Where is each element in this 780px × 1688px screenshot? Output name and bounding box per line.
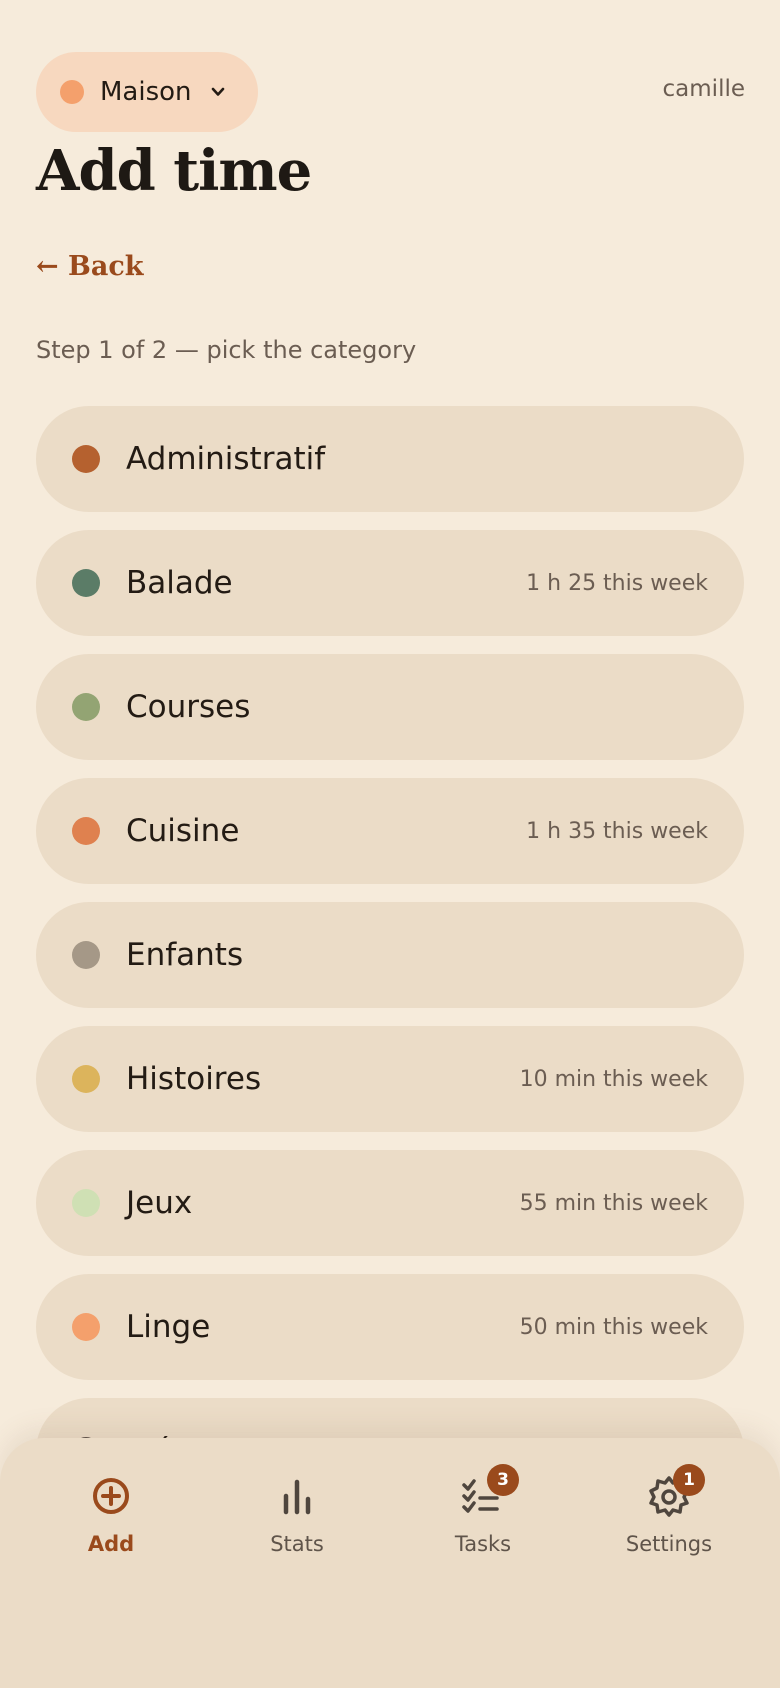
back-link[interactable]: ← Back [36, 250, 144, 284]
step-indicator: Step 1 of 2 — pick the category [36, 336, 417, 364]
category-week-total: 50 min this week [519, 1314, 708, 1340]
category-color-dot [72, 1313, 100, 1341]
category-color-dot [72, 1065, 100, 1093]
nav-tasks[interactable]: 3 Tasks [390, 1438, 576, 1578]
settings-icon-wrap: 1 [647, 1464, 705, 1518]
category-row[interactable]: Administratif [36, 406, 744, 512]
nav-add-label: Add [87, 1532, 135, 1556]
category-week-total: 10 min this week [519, 1066, 708, 1092]
tasks-badge: 3 [487, 1464, 519, 1496]
bottom-nav: Add Stats 3 Tasks 1 Settings [0, 1438, 780, 1688]
category-name: Balade [126, 565, 233, 601]
page-title: Add time [36, 138, 312, 204]
nav-add[interactable]: Add [18, 1438, 204, 1578]
category-week-total: 1 h 25 this week [526, 570, 708, 596]
household-color-dot [60, 80, 84, 104]
category-color-dot [72, 445, 100, 473]
category-row[interactable]: Enfants [36, 902, 744, 1008]
category-row[interactable]: Cuisine 1 h 35 this week [36, 778, 744, 884]
household-selector[interactable]: Maison [36, 52, 258, 132]
nav-stats[interactable]: Stats [204, 1438, 390, 1578]
add-time-screen: Maison camille Add time ← Back Step 1 of… [0, 0, 780, 1688]
category-row[interactable]: Courses [36, 654, 744, 760]
bar-chart-icon [283, 1479, 311, 1515]
category-row[interactable]: Jeux 55 min this week [36, 1150, 744, 1256]
category-row[interactable]: Balade 1 h 25 this week [36, 530, 744, 636]
household-name: Maison [100, 77, 192, 107]
category-name: Linge [126, 1309, 211, 1345]
nav-stats-label: Stats [270, 1532, 324, 1556]
category-list: Administratif Balade 1 h 25 this week Cours… [36, 406, 744, 1522]
chevron-down-icon [211, 87, 224, 96]
settings-badge: 1 [673, 1464, 705, 1496]
nav-settings-label: Settings [625, 1532, 713, 1556]
category-name: Histoires [126, 1061, 262, 1097]
category-week-total: 55 min this week [519, 1190, 708, 1216]
category-color-dot [72, 941, 100, 969]
category-color-dot [72, 817, 100, 845]
user-name[interactable]: camille [663, 76, 745, 102]
category-color-dot [72, 693, 100, 721]
nav-tasks-label: Tasks [454, 1532, 512, 1556]
category-color-dot [72, 569, 100, 597]
category-color-dot [72, 1189, 100, 1217]
category-name: Cuisine [126, 813, 240, 849]
plus-circle-icon [93, 1478, 129, 1514]
category-name: Enfants [126, 937, 244, 973]
nav-settings[interactable]: 1 Settings [576, 1438, 762, 1578]
category-name: Administratif [126, 441, 326, 477]
category-name: Jeux [126, 1185, 193, 1221]
category-row[interactable]: Linge 50 min this week [36, 1274, 744, 1380]
category-week-total: 1 h 35 this week [526, 818, 708, 844]
category-row[interactable]: Histoires 10 min this week [36, 1026, 744, 1132]
tasks-icon-wrap: 3 [461, 1464, 519, 1518]
category-name: Courses [126, 689, 251, 725]
